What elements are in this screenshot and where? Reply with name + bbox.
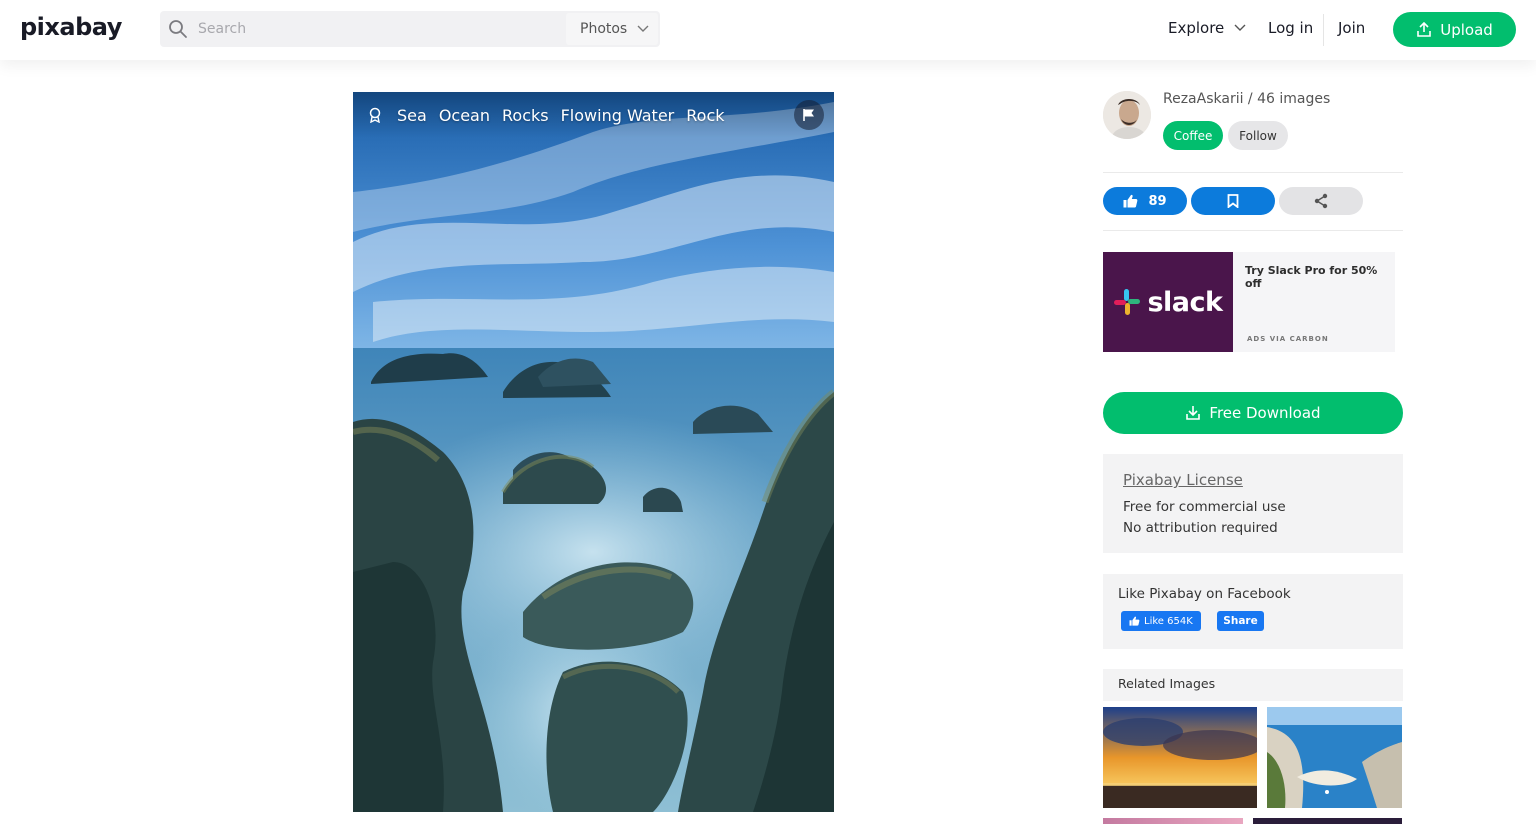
upload-button[interactable]: Upload <box>1393 12 1516 47</box>
ad-brand: slack <box>1147 286 1223 318</box>
search-input[interactable] <box>198 15 558 43</box>
tag-link[interactable]: Rock <box>686 106 724 125</box>
license-link[interactable]: Pixabay License <box>1123 471 1383 489</box>
facebook-box: Like Pixabay on Facebook Like 654K Share <box>1103 574 1403 649</box>
facebook-like-button[interactable]: Like 654K <box>1121 611 1201 631</box>
like-count: 89 <box>1148 193 1167 209</box>
tag-award-icon <box>369 107 381 123</box>
share-button[interactable] <box>1279 187 1363 215</box>
join-link[interactable]: Join <box>1338 19 1365 37</box>
bookmark-icon <box>1227 194 1239 208</box>
author-name-link[interactable]: RezaAskarii / 46 images <box>1163 91 1330 107</box>
tag-link[interactable]: Flowing Water <box>561 106 675 125</box>
license-box: Pixabay License Free for commercial use … <box>1103 454 1403 553</box>
search-icon <box>169 20 187 38</box>
explore-menu[interactable]: Explore <box>1168 19 1246 37</box>
tag-bar: Sea Ocean Rocks Flowing Water Rock <box>353 92 834 138</box>
download-label: Free Download <box>1209 404 1321 422</box>
license-line-2: No attribution required <box>1123 520 1278 536</box>
ad-via-label[interactable]: ADS VIA CARBON <box>1247 335 1329 343</box>
search-type-dropdown[interactable]: Photos <box>566 13 658 45</box>
author-avatar[interactable] <box>1103 91 1151 139</box>
coffee-button[interactable]: Coffee <box>1163 121 1223 150</box>
license-line-1: Free for commercial use <box>1123 499 1286 515</box>
beach-thumbnail-image <box>1267 707 1402 808</box>
search-type-label: Photos <box>580 21 628 37</box>
divider <box>1103 230 1403 231</box>
facebook-title: Like Pixabay on Facebook <box>1118 586 1291 602</box>
related-image-thumbnail[interactable] <box>1253 818 1402 824</box>
seascape-image <box>353 92 834 812</box>
chevron-down-icon <box>1234 24 1246 31</box>
bookmark-button[interactable] <box>1191 187 1275 215</box>
main-photo[interactable]: Sea Ocean Rocks Flowing Water Rock <box>353 92 834 812</box>
free-download-button[interactable]: Free Download <box>1103 392 1403 434</box>
divider <box>1103 172 1403 173</box>
related-image-thumbnail[interactable] <box>1103 818 1243 824</box>
ad-text[interactable]: Try Slack Pro for 50% off <box>1245 264 1390 290</box>
facebook-share-button[interactable]: Share <box>1217 611 1264 631</box>
like-button[interactable]: 89 <box>1103 187 1187 215</box>
top-navbar: pixabay Photos Explore Log in Join Uploa… <box>0 0 1536 60</box>
upload-label: Upload <box>1440 20 1493 39</box>
report-flag-button[interactable] <box>794 100 824 130</box>
related-images-heading: Related Images <box>1103 669 1403 701</box>
related-image-thumbnail[interactable] <box>1103 707 1257 808</box>
avatar-image <box>1103 91 1151 139</box>
explore-label: Explore <box>1168 19 1225 37</box>
sunset-thumbnail-image <box>1103 707 1257 808</box>
follow-button[interactable]: Follow <box>1228 121 1288 150</box>
flag-icon <box>803 109 814 121</box>
tag-link[interactable]: Ocean <box>439 106 490 125</box>
tag-link[interactable]: Rocks <box>502 106 549 125</box>
facebook-like-label: Like 654K <box>1144 615 1193 627</box>
share-icon <box>1314 193 1328 209</box>
thumbs-up-icon <box>1129 616 1140 626</box>
ad-image: slack <box>1103 252 1233 352</box>
login-link[interactable]: Log in <box>1268 19 1313 37</box>
search-bar: Photos <box>160 11 660 47</box>
download-icon <box>1186 406 1201 420</box>
nav-divider <box>1323 14 1324 46</box>
chevron-down-icon <box>637 25 649 32</box>
pixabay-logo[interactable]: pixabay <box>20 13 122 41</box>
carbon-ad[interactable]: slack Try Slack Pro for 50% off ADS VIA … <box>1103 252 1395 352</box>
thumbs-up-icon <box>1123 194 1138 208</box>
tag-link[interactable]: Sea <box>397 106 427 125</box>
related-image-thumbnail[interactable] <box>1267 707 1402 808</box>
upload-icon <box>1417 21 1432 37</box>
slack-logo-icon <box>1114 289 1141 315</box>
